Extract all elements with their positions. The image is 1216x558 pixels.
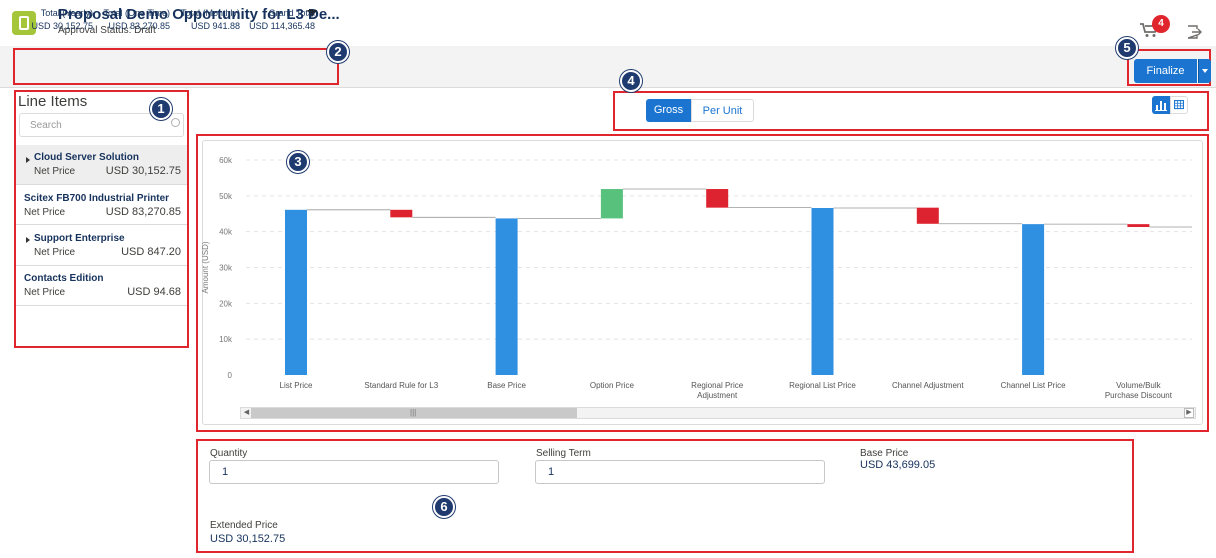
y-tick-label: 0: [228, 371, 233, 380]
annotation-badge: 5: [1116, 37, 1138, 59]
extended-price-label: Extended Price: [210, 520, 278, 531]
exit-icon[interactable]: [1186, 24, 1202, 40]
selling-term-label: Selling Term: [536, 448, 591, 459]
waterfall-chart: 0 10k 20k 30k 40k 50k 60k Amount (USD) List Pric…: [202, 156, 1192, 400]
expand-icon[interactable]: [26, 157, 30, 163]
x-category-label: Regional List Price: [789, 381, 856, 390]
x-category-label: Standard Rule for L3: [364, 381, 438, 390]
extended-price-value: USD 30,152.75: [210, 533, 286, 545]
line-item[interactable]: Scitex FB700 Industrial Printer Net Pric…: [16, 185, 187, 225]
x-category-label: Channel List Price: [1001, 381, 1066, 390]
waterfall-bar: [495, 218, 518, 375]
total-monthly: Total (Monthly) USD 941.88: [180, 8, 240, 31]
annotation-badge: 4: [620, 70, 642, 92]
base-price-value: USD 43,699.05: [860, 459, 936, 471]
x-category-label: Purchase Discount: [1105, 391, 1173, 400]
finalize-button[interactable]: Finalize: [1134, 59, 1197, 83]
waterfall-bar: [1022, 224, 1045, 375]
waterfall-bar: [1127, 224, 1150, 228]
annotation-badge: 2: [327, 41, 349, 63]
table-view-icon[interactable]: [1170, 96, 1188, 114]
x-category-label: Base Price: [487, 381, 526, 390]
y-axis-label: Amount (USD): [202, 241, 210, 293]
line-item[interactable]: Contacts Edition Net Price USD 94.68: [16, 266, 187, 306]
selling-term-input[interactable]: 1: [535, 460, 825, 484]
grand-total: Grand Total USD 114,365.48: [249, 8, 315, 31]
line-item[interactable]: Support Enterprise Net Price USD 847.20: [16, 225, 187, 266]
finalize-dropdown-icon[interactable]: [1198, 59, 1211, 83]
y-tick-label: 40k: [219, 228, 233, 237]
y-tick-label: 10k: [219, 335, 233, 344]
annotation-badge: 6: [433, 496, 455, 518]
line-item[interactable]: Cloud Server Solution Net Price USD 30,1…: [16, 145, 187, 185]
x-category-label: Option Price: [590, 381, 635, 390]
annotation-badge: 3: [287, 151, 309, 173]
line-item-details: [196, 439, 1134, 553]
total-one-time: Total (One Time) USD 83,270.85: [103, 8, 170, 31]
quantity-label: Quantity: [210, 448, 248, 459]
x-category-label: Regional Price: [691, 381, 744, 390]
expand-icon[interactable]: [26, 237, 30, 243]
per-unit-toggle-button[interactable]: Per Unit: [691, 99, 754, 122]
x-category-label: Channel Adjustment: [892, 381, 964, 390]
waterfall-bar: [285, 209, 307, 375]
y-tick-label: 60k: [219, 156, 233, 165]
line-items-title: Line Items: [18, 93, 88, 110]
quantity-input[interactable]: 1: [209, 460, 499, 484]
gross-toggle-button[interactable]: Gross: [646, 99, 691, 122]
scroll-right-arrow-icon[interactable]: ▶: [1184, 408, 1194, 418]
base-price-label: Base Price: [860, 448, 909, 459]
search-icon: [171, 118, 180, 127]
waterfall-bar: [916, 207, 939, 224]
total-yearly: Total (Yearly) USD 30,152.75: [31, 8, 93, 31]
waterfall-bar: [811, 208, 834, 375]
x-category-label: List Price: [280, 381, 313, 390]
scroll-left-arrow-icon[interactable]: ◀: [242, 408, 251, 418]
waterfall-bar: [706, 189, 729, 208]
y-tick-label: 20k: [219, 299, 233, 308]
waterfall-bar: [600, 189, 623, 219]
x-category-label: Adjustment: [697, 391, 738, 400]
annotation-badge: 1: [150, 98, 172, 120]
x-category-label: Volume/Bulk: [1116, 381, 1161, 390]
y-tick-label: 30k: [219, 264, 233, 273]
cart-count-badge: 4: [1152, 15, 1170, 33]
y-tick-label: 50k: [219, 192, 233, 201]
waterfall-bar: [390, 209, 413, 218]
totals-summary: [13, 48, 339, 85]
chart-view-icon[interactable]: [1152, 96, 1170, 114]
scroll-grip-icon: |||: [410, 408, 417, 417]
